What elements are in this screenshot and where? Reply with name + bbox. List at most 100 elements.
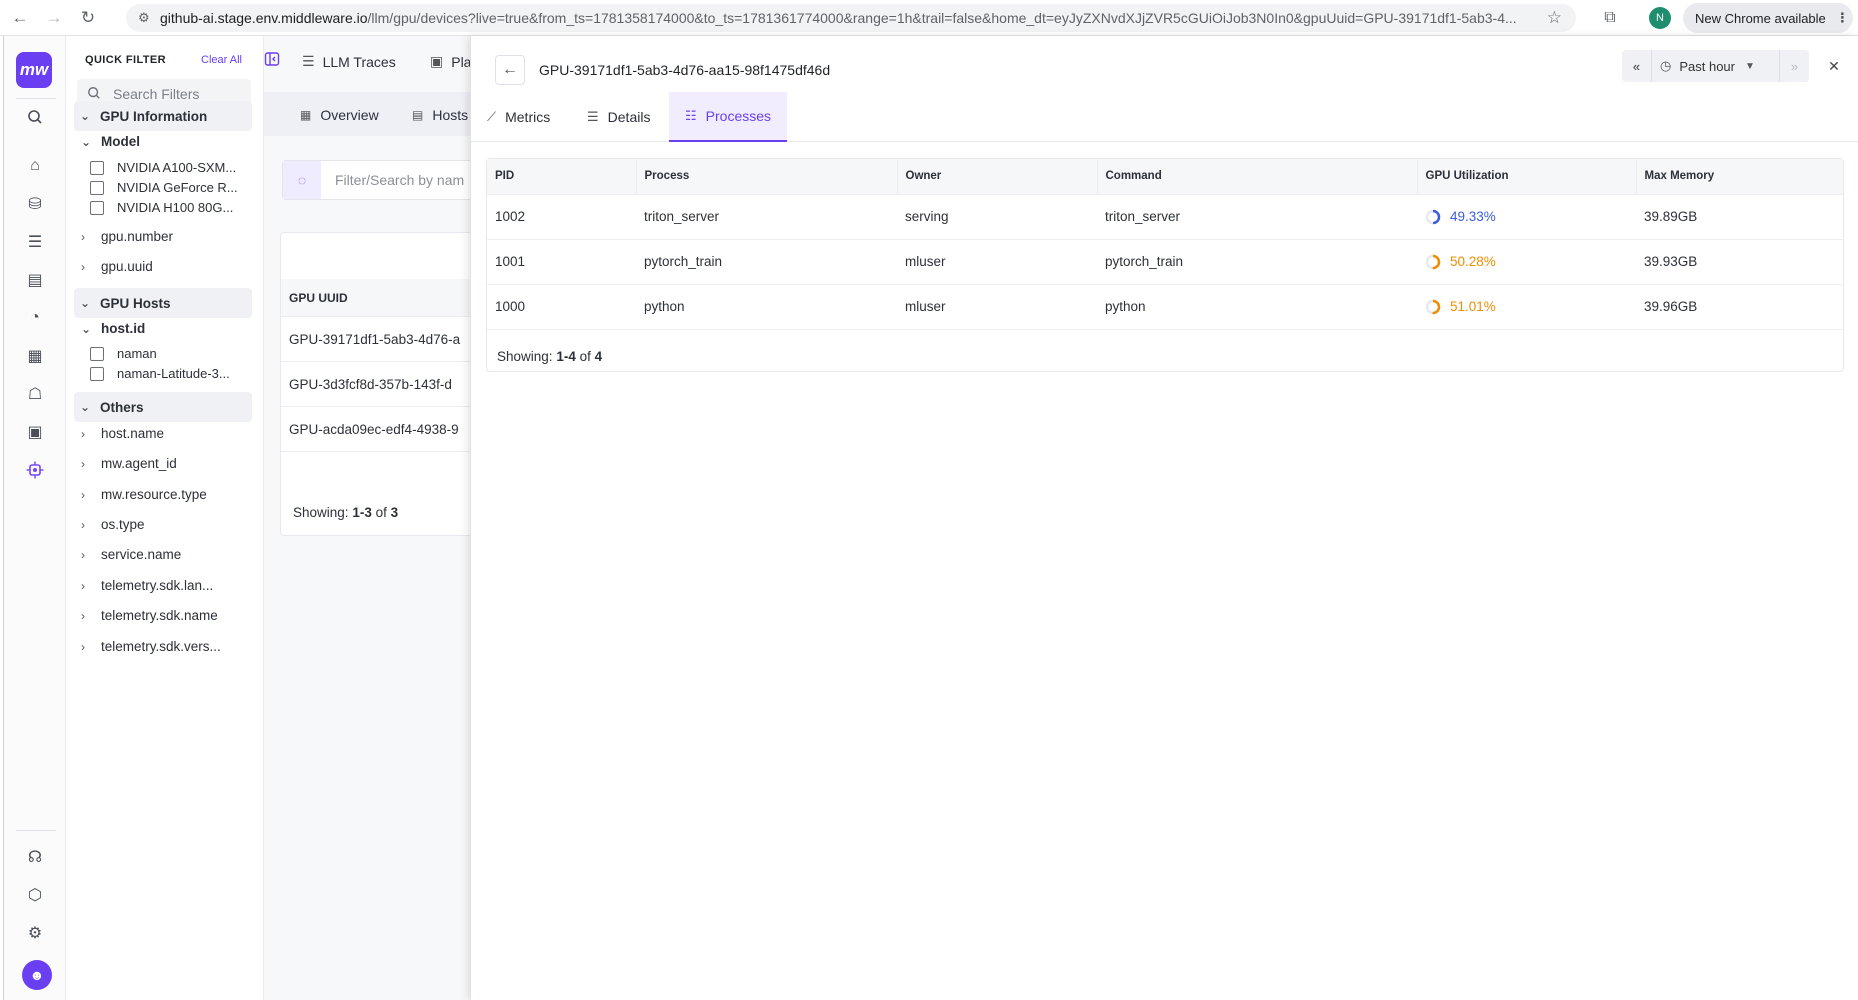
- tab-llm-traces[interactable]: ☰ LLM Traces: [302, 53, 396, 70]
- forward-arrow-icon[interactable]: →: [40, 4, 68, 32]
- filter-option[interactable]: NVIDIA H100 80G...: [90, 200, 233, 215]
- collapse-panel-icon[interactable]: [264, 51, 284, 71]
- table-row[interactable]: GPU-3d3fcf8d-357b-143f-d: [281, 362, 470, 407]
- reload-icon[interactable]: ↻: [74, 4, 102, 32]
- column-header-gpu-uuid[interactable]: GPU UUID: [281, 279, 470, 317]
- integrations-box-icon[interactable]: ⬡: [22, 882, 48, 908]
- site-info-icon[interactable]: ⚙: [138, 10, 160, 26]
- tab-overview[interactable]: ▦ Overview: [300, 107, 379, 123]
- table-row[interactable]: 1001 pytorch_train mluser pytorch_train …: [487, 239, 1843, 285]
- gpu-utilization-value: 50.28%: [1450, 254, 1496, 269]
- filter-group-host-id[interactable]: ⌄ host.id: [81, 321, 145, 336]
- infrastructure-icon[interactable]: ⛁: [22, 191, 48, 217]
- chevron-right-icon: ›: [81, 487, 85, 502]
- dashboards-icon[interactable]: ▦: [22, 343, 48, 369]
- tab-playground[interactable]: ▣ Pla: [430, 53, 470, 70]
- column-header-owner[interactable]: Owner: [897, 159, 1098, 195]
- checkbox[interactable]: [90, 160, 104, 175]
- next-range-icon[interactable]: »: [1779, 50, 1809, 82]
- chevron-right-icon: ›: [81, 517, 85, 532]
- user-monitoring-icon[interactable]: ▣: [22, 419, 48, 445]
- profile-avatar[interactable]: N: [1649, 7, 1671, 29]
- extensions-icon[interactable]: ⧉: [1598, 6, 1622, 30]
- alerts-icon[interactable]: ◔: [22, 305, 48, 331]
- column-header-process[interactable]: Process: [636, 159, 898, 195]
- column-header-command[interactable]: Command: [1097, 159, 1418, 195]
- filter-group-telemetry-sdk-name[interactable]: › telemetry.sdk.name: [81, 608, 218, 623]
- filter-group-label: Model: [101, 134, 140, 149]
- checkbox[interactable]: [90, 366, 104, 381]
- checkbox[interactable]: [90, 200, 104, 215]
- previous-range-icon[interactable]: «: [1622, 50, 1652, 82]
- utilization-ring: [1425, 254, 1441, 269]
- filter-group-model[interactable]: ⌄ Model: [81, 134, 140, 149]
- chevron-down-icon: ⌄: [80, 109, 91, 123]
- time-range-select[interactable]: ◷ Past hour ▼: [1652, 50, 1779, 82]
- section-label: Others: [100, 399, 144, 415]
- search-icon[interactable]: [22, 104, 48, 130]
- url-text[interactable]: github-ai.stage.env.middleware.io/llm/gp…: [160, 10, 1530, 26]
- filter-group-mw-resource-type[interactable]: › mw.resource.type: [81, 487, 207, 502]
- checkbox[interactable]: [90, 180, 104, 195]
- filter-group-service-name[interactable]: › service.name: [81, 547, 181, 562]
- filter-group-label: telemetry.sdk.name: [101, 608, 218, 623]
- filter-group-label: os.type: [101, 517, 145, 532]
- tab-details[interactable]: ☰ Details: [571, 92, 666, 142]
- filter-group-host-name[interactable]: › host.name: [81, 426, 164, 441]
- showing-total: 3: [390, 505, 399, 520]
- table-row[interactable]: 1000 python mluser python 51.01% 39.96GB: [487, 284, 1843, 330]
- search-placeholder: Filter/Search by nam: [335, 172, 465, 188]
- tab-hosts[interactable]: ▤ Hosts: [412, 107, 468, 123]
- cell-owner: mluser: [897, 284, 1097, 330]
- user-avatar[interactable]: ☻: [22, 960, 52, 990]
- device-search-input[interactable]: ◌ Filter/Search by nam: [282, 160, 470, 200]
- filter-group-os-type[interactable]: › os.type: [81, 517, 145, 532]
- settings-gear-icon[interactable]: ⚙: [22, 920, 48, 946]
- section-others[interactable]: ⌄ Others: [74, 392, 252, 422]
- back-arrow-icon[interactable]: ←: [495, 55, 525, 85]
- back-arrow-icon[interactable]: ←: [6, 4, 34, 32]
- filter-group-gpu-number[interactable]: › gpu.number: [81, 229, 173, 244]
- cell-process: triton_server: [636, 194, 897, 240]
- chevron-down-icon: ⌄: [80, 400, 91, 414]
- logs-icon[interactable]: ☰: [22, 229, 48, 255]
- table-row[interactable]: GPU-39171df1-5ab3-4d76-a: [281, 317, 470, 362]
- chrome-update-button[interactable]: New Chrome available ⋮: [1683, 3, 1853, 33]
- filter-group-telemetry-sdk-version[interactable]: › telemetry.sdk.vers...: [81, 639, 221, 654]
- filter-group-telemetry-sdk-language[interactable]: › telemetry.sdk.lan...: [81, 578, 213, 593]
- filter-option[interactable]: naman: [90, 346, 157, 361]
- column-header-max-memory[interactable]: Max Memory: [1636, 159, 1843, 195]
- chevron-down-icon: ⌄: [80, 296, 91, 310]
- checkbox[interactable]: [90, 346, 104, 361]
- tab-metrics[interactable]: ⟋ Metrics: [471, 92, 566, 142]
- gpu-chip-icon[interactable]: [22, 457, 48, 483]
- reports-icon[interactable]: ▤: [22, 267, 48, 293]
- table-row[interactable]: 1002 triton_server serving triton_server…: [487, 194, 1843, 240]
- section-gpu-hosts[interactable]: ⌄ GPU Hosts: [74, 288, 252, 318]
- utilization-ring: [1425, 209, 1441, 224]
- processes-table-card: PID Process Owner Command GPU Utilizatio…: [486, 158, 1844, 372]
- clear-all-link[interactable]: Clear All: [201, 54, 242, 66]
- showing-range: 1-4: [556, 349, 576, 364]
- middleware-logo[interactable]: mw: [16, 52, 52, 88]
- playground-icon: ▣: [430, 53, 444, 69]
- more-menu-icon[interactable]: ⋮: [1836, 10, 1849, 26]
- support-headset-icon[interactable]: ☊: [22, 844, 48, 870]
- section-gpu-information[interactable]: ⌄ GPU Information: [74, 101, 252, 131]
- tab-processes[interactable]: ☷ Processes: [669, 92, 788, 142]
- filter-group-gpu-uuid[interactable]: › gpu.uuid: [81, 259, 153, 274]
- clock-icon: ◷: [1660, 58, 1672, 73]
- filter-option[interactable]: NVIDIA GeForce R...: [90, 180, 238, 195]
- home-icon[interactable]: ⌂: [22, 153, 48, 179]
- filter-group-mw-agent-id[interactable]: › mw.agent_id: [81, 456, 177, 471]
- address-bar[interactable]: ⚙ github-ai.stage.env.middleware.io/llm/…: [126, 4, 1576, 32]
- table-row[interactable]: GPU-acda09ec-edf4-4938-9: [281, 407, 470, 452]
- filter-option[interactable]: NVIDIA A100-SXM...: [90, 160, 236, 175]
- column-header-gpu-utilization[interactable]: GPU Utilization: [1417, 159, 1637, 195]
- filter-option[interactable]: naman-Latitude-3...: [90, 366, 230, 381]
- column-header-pid[interactable]: PID: [487, 159, 637, 195]
- processes-table: PID Process Owner Command GPU Utilizatio…: [487, 159, 1843, 330]
- bookmark-star-icon[interactable]: ☆: [1547, 8, 1562, 28]
- llm-bot-icon[interactable]: ☖: [22, 381, 48, 407]
- close-icon[interactable]: ✕: [1822, 54, 1846, 78]
